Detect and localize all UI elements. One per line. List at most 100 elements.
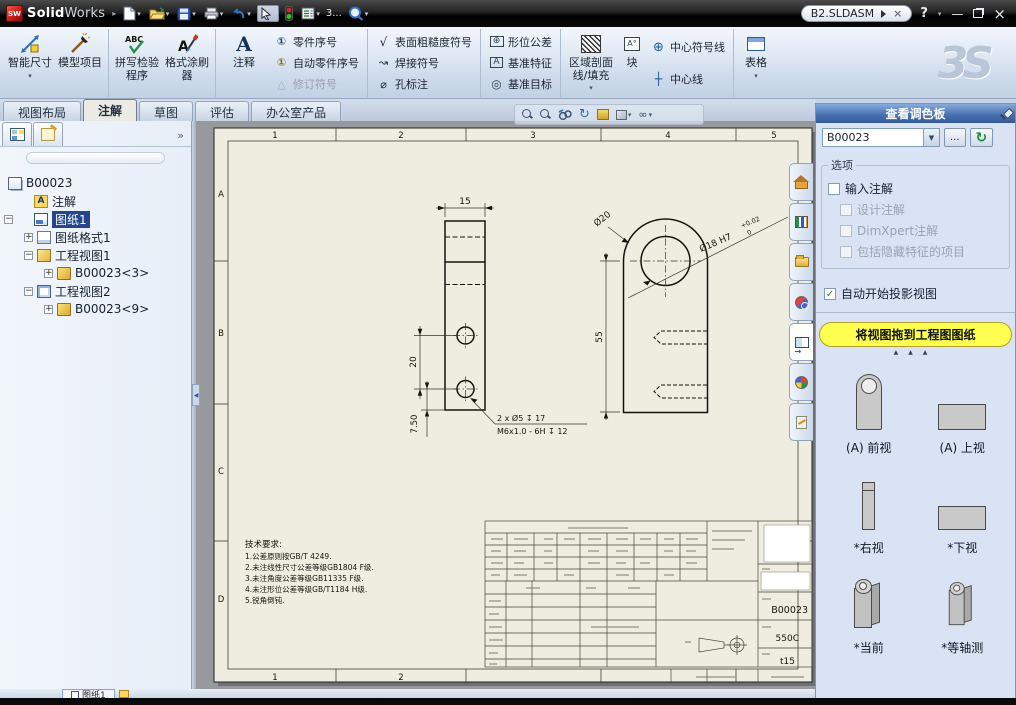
checkbox-checked-icon[interactable]	[824, 287, 836, 300]
tree-filter-bar[interactable]	[26, 152, 165, 164]
dimxpert-annotations-checkbox[interactable]: DimXpert注解	[840, 222, 1005, 239]
previous-view-button[interactable]	[558, 108, 572, 121]
block-button[interactable]: A° 块	[618, 30, 646, 96]
drawing-sheet[interactable]	[213, 127, 813, 683]
centerline-button[interactable]: ┼ 中心线	[648, 69, 728, 89]
design-annotations-checkbox[interactable]: 设计注解	[840, 201, 1005, 218]
tree-item-sheet-format[interactable]: + 图纸格式1	[0, 228, 191, 246]
zoom-fit-button[interactable]	[522, 109, 533, 120]
drawing-canvas[interactable]: 1 2 3 4 5 1 2 A B C D 15 20 7.50 2 x Ø5 …	[196, 121, 816, 689]
propertymanager-tab[interactable]	[33, 122, 63, 146]
taskpane-tab-view-palette[interactable]	[789, 323, 813, 361]
view-thumb-right[interactable]: *右视	[822, 460, 916, 560]
expand-icon[interactable]: +	[24, 232, 33, 242]
add-sheet-button[interactable]	[118, 690, 129, 698]
taskpane-tab-custom-properties[interactable]	[789, 403, 813, 441]
checkbox-icon[interactable]	[828, 182, 840, 195]
help-button[interactable]: ?	[920, 6, 928, 21]
tab-view-layout[interactable]: 视图布局	[3, 101, 82, 121]
rotate-view-button[interactable]: ↻	[579, 108, 590, 121]
tree-item-view1-part[interactable]: + B00023<3>	[0, 264, 191, 282]
surface-finish-button[interactable]: √ 表面粗糙度符号	[373, 32, 475, 52]
browse-button[interactable]: ...	[944, 128, 966, 147]
minimize-button[interactable]: —	[951, 7, 963, 21]
print-button[interactable]: ▾	[202, 6, 226, 21]
taskpane-tab-design-library[interactable]	[789, 203, 813, 241]
new-document-button[interactable]: ▾	[121, 5, 143, 22]
dim-width[interactable]: 15	[459, 197, 470, 207]
expand-icon[interactable]: +	[44, 304, 53, 314]
tab-sketch[interactable]: 草图	[139, 101, 194, 121]
tree-item-drawing-view2[interactable]: − 工程视图2	[0, 282, 191, 300]
geometric-tolerance-button[interactable]: ⊕ 形位公差	[486, 32, 555, 52]
tree-item-root[interactable]: B00023	[0, 174, 191, 192]
tree-item-view2-part[interactable]: + B00023<9>	[0, 300, 191, 318]
datum-target-button[interactable]: ◎ 基准目标	[486, 74, 555, 94]
help-dropdown-icon[interactable]: ▾	[938, 10, 942, 18]
view-thumb-bottom[interactable]: *下视	[916, 460, 1010, 560]
search-button[interactable]: ▾	[346, 5, 371, 22]
combo-dropdown-icon[interactable]: ▼	[923, 129, 939, 146]
tab-annotation[interactable]: 注解	[83, 99, 138, 121]
weld-symbol-button[interactable]: ↝ 焊接符号	[373, 53, 475, 73]
datum-feature-button[interactable]: A 基准特征	[486, 53, 555, 73]
format-painter-button[interactable]: A 格式涂刷器	[162, 30, 212, 96]
collapse-icon[interactable]: −	[24, 286, 33, 296]
tab-office[interactable]: 办公室产品	[251, 101, 342, 121]
auto-start-projected-view-checkbox[interactable]: 自动开始投影视图	[824, 285, 1015, 302]
center-mark-button[interactable]: ⊕ 中心符号线	[648, 37, 728, 57]
collapse-icon[interactable]: −	[24, 250, 33, 260]
save-button[interactable]: ▾	[175, 6, 198, 22]
view-thumb-current[interactable]: *当前	[822, 560, 916, 660]
auto-balloon-button[interactable]: ① 自动零件序号	[271, 53, 362, 73]
graphics-area[interactable]: 1 2 3 4 5 1 2 A B C D 15 20 7.50 2 x Ø5 …	[196, 121, 816, 689]
hole-callout-button[interactable]: ⌀ 孔标注	[373, 74, 475, 94]
revision-symbol-button[interactable]: △ 修订符号	[271, 74, 362, 94]
collapse-icon[interactable]: −	[4, 214, 13, 224]
hole-callout-line2[interactable]: M6x1.0 - 6H ↧ 12	[497, 427, 568, 436]
open-button[interactable]: ▾	[147, 6, 172, 21]
undo-button[interactable]: ▾	[229, 6, 253, 21]
tree-item-annotations[interactable]: A 注解	[0, 192, 191, 210]
dim-hole-edge[interactable]: 7.50	[410, 415, 420, 434]
view-thumb-front[interactable]: (A) 前视	[822, 360, 916, 460]
spell-checker-button[interactable]: ABC 拼写检验程序	[112, 30, 162, 96]
document-close-icon[interactable]: ×	[893, 7, 902, 20]
area-hatch-button[interactable]: 区域剖面线/填充 ▾	[564, 30, 618, 96]
model-items-button[interactable]: 模型项目	[55, 30, 105, 96]
import-annotations-checkbox[interactable]: 输入注解	[828, 180, 1005, 197]
taskpane-tab-search[interactable]	[789, 283, 813, 321]
options-list-button[interactable]: ▾	[299, 6, 322, 21]
dim-hole-spacing[interactable]: 20	[409, 356, 419, 368]
document-tab[interactable]: B2.SLDASM ×	[800, 5, 913, 22]
panel-collapse-handle[interactable]: ◀	[192, 384, 200, 406]
balloon-button[interactable]: ① 零件序号	[271, 32, 362, 52]
document-combo[interactable]: B00023 ▼	[822, 128, 940, 147]
document-tab-expand-icon[interactable]	[881, 9, 887, 18]
tab-overflow-chevron[interactable]: »	[177, 129, 189, 146]
taskpane-tab-resources[interactable]	[789, 163, 813, 201]
toolbar-overflow[interactable]: 3...	[326, 8, 342, 19]
include-hidden-features-checkbox[interactable]: 包括隐藏特征的项目	[840, 243, 1005, 260]
tree-item-drawing-view1[interactable]: − 工程视图1	[0, 246, 191, 264]
hide-show-items-button[interactable]: ∞ ▾	[638, 109, 652, 120]
tab-evaluate[interactable]: 评估	[195, 101, 250, 121]
taskpane-tab-file-explorer[interactable]	[789, 243, 813, 281]
view-thumb-isometric[interactable]: *等轴测	[916, 560, 1010, 660]
select-button[interactable]: ▾	[256, 5, 280, 22]
pin-icon[interactable]	[1000, 108, 1011, 119]
menu-expand-icon[interactable]: ▸	[112, 9, 116, 18]
taskpane-tab-appearances[interactable]	[789, 363, 813, 401]
display-style-button[interactable]: ▾	[615, 109, 631, 120]
3d-drawing-view-button[interactable]	[596, 109, 609, 120]
refresh-button[interactable]: ↻	[969, 128, 994, 147]
restore-button[interactable]	[973, 9, 984, 18]
close-button[interactable]: ×	[993, 5, 1006, 23]
hole-callout-line1[interactable]: 2 x Ø5 ↧ 17	[497, 413, 545, 423]
expand-icon[interactable]: +	[44, 268, 53, 278]
drag-handle-icon[interactable]: ▲▲▲	[816, 349, 1015, 356]
view-thumb-top[interactable]: (A) 上视	[916, 360, 1010, 460]
zoom-area-button[interactable]	[540, 109, 551, 120]
featuremanager-tree-tab[interactable]	[2, 122, 32, 146]
dim-height[interactable]: 55	[595, 331, 605, 342]
